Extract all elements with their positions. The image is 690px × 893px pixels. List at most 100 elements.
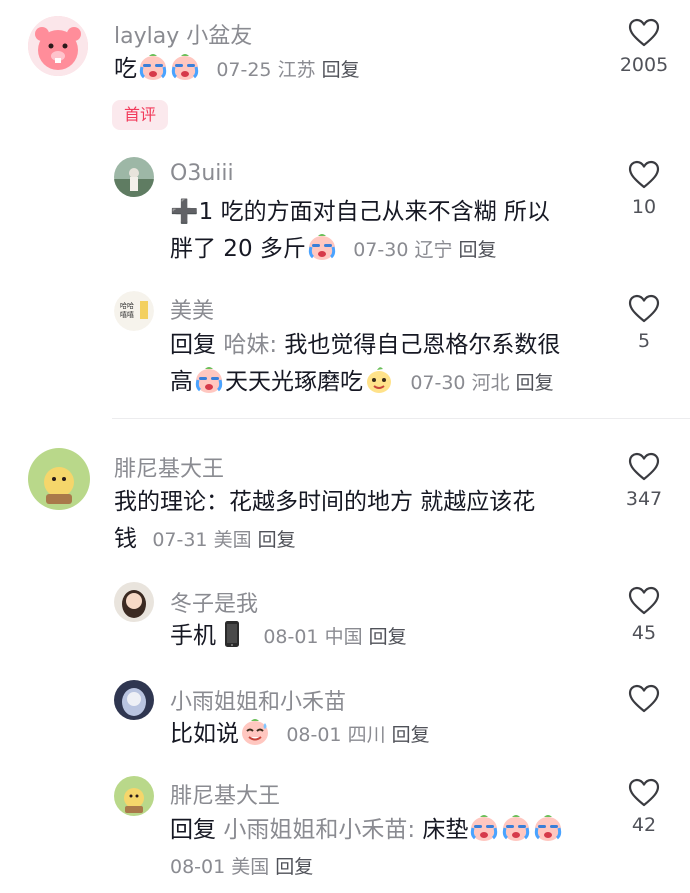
comment-location: 四川 [347,724,386,746]
comment-line: 回复 哈妹: 我也觉得自己恩格尔系数很 [170,327,600,364]
reply-target-user[interactable]: 哈妹: [223,332,277,358]
like-button[interactable]: 5 [612,294,676,352]
like-button[interactable]: 2005 [612,18,676,76]
crying-face-emoji [307,232,337,262]
like-button[interactable]: 347 [612,452,676,510]
username[interactable]: 腓尼基大王 [170,778,280,810]
comment-line: ➕1 吃的方面对自己从来不含糊 所以 [170,194,600,231]
reply-button[interactable]: 回复 [258,529,296,551]
comment-date: 07-31 [152,529,208,551]
reply-button[interactable]: 回复 [275,856,313,878]
comment-line: 钱 07-31 美国 回复 [114,521,594,559]
reply-prefix: 回复 [170,332,216,358]
heart-outline-icon[interactable] [628,18,660,48]
svg-text:哈哈: 哈哈 [120,301,134,310]
comment-text: 手机 08-01 中国 回复 [170,618,407,656]
reply-item: 小雨姐姐和小禾苗 比如说 08-01 四川 回复 [0,676,690,766]
username[interactable]: 小雨姐姐和小禾苗 [170,684,346,716]
reply-button[interactable]: 回复 [458,239,496,261]
comment-content: 我的理论：花越多时间的地方 就越应该花 [114,489,536,515]
crying-face-emoji [170,52,200,82]
like-count: 2005 [619,54,669,76]
comment-content: 比如说 [170,721,239,747]
comment-date: 07-30 [410,372,466,394]
like-button[interactable]: 10 [612,160,676,218]
username[interactable]: 美美 [170,293,214,325]
comment-line: 胖了 20 多斤 07-30 辽宁 回复 [170,231,600,269]
like-button[interactable] [612,684,676,714]
reply-target-user[interactable]: 小雨姐姐和小禾苗: [223,817,415,843]
avatar[interactable] [28,16,88,76]
comment-meta: 07-25 江苏 回复 [208,59,359,81]
like-count: 10 [631,196,657,218]
comment-meta: 08-01 中国 回复 [255,626,406,648]
comment-content: 吃 [114,56,137,82]
comment-content: 我也觉得自己恩格尔系数很 [284,332,561,358]
comment-content: 手机 [170,623,216,649]
reply-prefix: 回复 [170,817,216,843]
reply-item: O3uiii ➕1 吃的方面对自己从来不含糊 所以 胖了 20 多斤 07-30… [0,150,690,280]
comment-item: 腓尼基大王 我的理论：花越多时间的地方 就越应该花 钱 07-31 美国 回复 3… [0,440,690,566]
reply-item: 腓尼基大王 回复 小雨姐姐和小禾苗: 床垫 08-01 美国 回复 42 [0,770,690,893]
mobile-phone-emoji [217,619,247,649]
comment-text: 回复 哈妹: 我也觉得自己恩格尔系数很 高天天光琢磨吃 07-30 河北 回复 [170,327,600,402]
heart-outline-icon[interactable] [628,160,660,190]
comment-meta: 08-01 四川 回复 [278,724,429,746]
comment-content: 床垫 [422,817,469,843]
pear-face-emoji [364,365,394,395]
heart-outline-icon[interactable] [628,294,660,324]
comment-text: 我的理论：花越多时间的地方 就越应该花 钱 07-31 美国 回复 [114,484,594,559]
comment-content: 高 [170,369,193,395]
comment-date: 07-30 [353,239,409,261]
comment-date: 07-25 [216,59,272,81]
like-button[interactable]: 42 [612,778,676,836]
comment-content: 天天光琢磨吃 [225,369,363,395]
comment-content: 胖了 20 多斤 [170,236,306,262]
reply-button[interactable]: 回复 [516,372,554,394]
like-count: 347 [625,488,663,510]
reply-button[interactable]: 回复 [392,724,430,746]
comment-date: 08-01 [286,724,342,746]
heart-outline-icon[interactable] [628,586,660,616]
like-count: 5 [637,330,651,352]
username[interactable]: O3uiii [170,161,234,186]
heart-outline-icon[interactable] [628,684,660,714]
avatar[interactable] [114,776,154,816]
username[interactable]: 腓尼基大王 [114,451,224,483]
avatar[interactable] [114,582,154,622]
comment-meta: 07-30 辽宁 回复 [345,239,496,261]
comment-text: 回复 小雨姐姐和小禾苗: 床垫 08-01 美国 回复 [170,812,600,886]
comment-location: 江苏 [277,59,316,81]
like-button[interactable]: 45 [612,586,676,644]
comment-meta: 07-30 河北 回复 [402,372,553,394]
comment-line: 高 天天光琢磨吃 07-30 河北 回复 [170,364,600,402]
comment-location: 中国 [324,626,363,648]
reply-item: 哈哈 嘻嘻 美美 回复 哈妹: 我也觉得自己恩格尔系数很 高 天天光琢磨吃 07-… [0,284,690,414]
username[interactable]: 冬子是我 [170,586,258,618]
comment-location: 辽宁 [414,239,453,261]
comment-content: 钱 [114,526,137,552]
heart-outline-icon[interactable] [628,452,660,482]
heart-outline-icon[interactable] [628,778,660,808]
comment-location: 美国 [231,856,270,878]
svg-text:嘻嘻: 嘻嘻 [120,310,134,319]
comment-item: laylay 小盆友 吃 07-25 江苏 回复 首评 2005 [0,0,690,150]
crying-face-emoji [501,813,531,843]
comment-text: ➕1 吃的方面对自己从来不含糊 所以 胖了 20 多斤 07-30 辽宁 回复 [170,194,600,269]
reply-item: 冬子是我 手机 08-01 中国 回复 45 [0,578,690,668]
comment-location: 河北 [471,372,510,394]
crying-face-emoji [194,365,224,395]
first-comment-badge: 首评 [112,100,169,130]
comment-location: 美国 [213,529,252,551]
comment-line: 回复 小雨姐姐和小禾苗: 床垫 [170,812,600,849]
username[interactable]: laylay 小盆友 [114,18,252,50]
reply-button[interactable]: 回复 [322,59,360,81]
avatar[interactable] [28,448,90,510]
avatar[interactable] [114,680,154,720]
avatar[interactable]: 哈哈 嘻嘻 [114,291,154,331]
crying-face-emoji [138,52,168,82]
reply-button[interactable]: 回复 [369,626,407,648]
comment-meta: 08-01 美国 回复 [162,849,600,886]
avatar[interactable] [114,157,154,197]
crying-face-emoji [533,813,563,843]
